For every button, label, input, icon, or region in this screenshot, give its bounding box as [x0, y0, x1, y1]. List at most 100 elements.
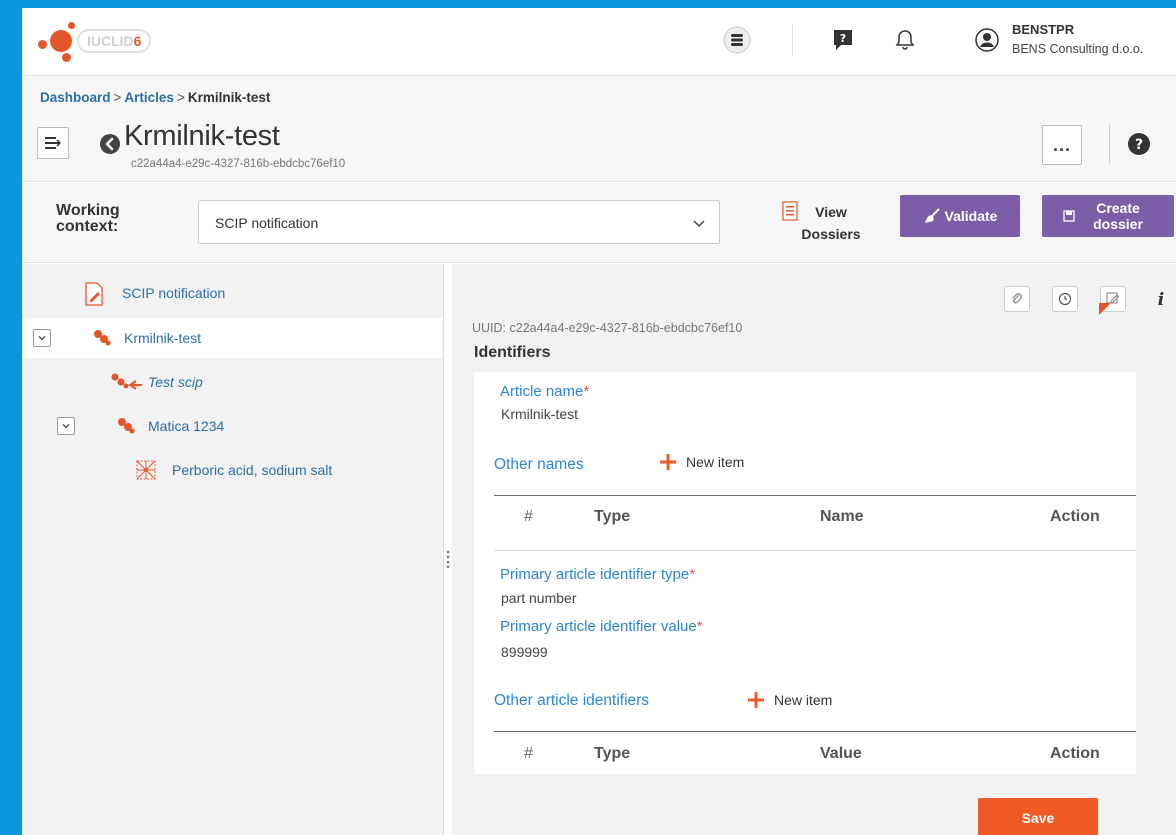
breadcrumb-current: Krmilnik-test	[187, 90, 271, 105]
tree-item-scip-notification[interactable]: SCIP notification	[22, 274, 444, 314]
top-bar: IUCLID6 ? BENSTPR BENS Consulting d.o.o.	[22, 8, 1176, 76]
chevron-down-icon	[693, 220, 705, 228]
breadcrumb-articles[interactable]: Articles	[124, 90, 174, 105]
working-context-bar: Working context: SCIP notification View …	[22, 183, 1176, 263]
table-divider	[494, 550, 1136, 551]
chevron-down-icon	[62, 424, 70, 429]
plus-icon	[748, 692, 764, 708]
iuclid-logo[interactable]: IUCLID6	[30, 18, 152, 68]
column-header-type: Type	[594, 508, 631, 525]
header-divider	[1109, 124, 1110, 164]
column-header-index: #	[524, 745, 533, 762]
column-header-index: #	[524, 508, 533, 525]
validate-button[interactable]: Validate	[900, 195, 1020, 237]
feedback-icon[interactable]: ?	[828, 25, 858, 55]
drag-handle-icon	[446, 550, 450, 569]
new-item-label: New item	[686, 454, 745, 470]
back-arrow-icon[interactable]	[100, 134, 120, 154]
tree-item-label: Test scip	[148, 374, 203, 390]
table-divider	[494, 731, 1136, 732]
table-divider	[494, 495, 1136, 496]
tree-item-label: Matica 1234	[148, 418, 225, 434]
logo-dot	[38, 40, 47, 49]
column-header-type: Type	[594, 745, 631, 762]
attachment-icon[interactable]	[1004, 286, 1030, 312]
bell-icon[interactable]	[890, 25, 920, 55]
column-header-action: Action	[1050, 508, 1100, 525]
article-icon	[118, 418, 135, 434]
article-name-value[interactable]: Krmilnik-test	[501, 406, 578, 422]
help-icon[interactable]: ?	[1128, 133, 1150, 155]
tree-item-krmilnik-test[interactable]: Krmilnik-test	[22, 318, 442, 358]
breadcrumb-dashboard[interactable]: Dashboard	[40, 90, 111, 105]
tree-item-matica-1234[interactable]: Matica 1234	[22, 406, 444, 446]
svg-text:?: ?	[1135, 137, 1143, 153]
user-name: BENSTPR	[1012, 22, 1075, 37]
toolbar-divider	[792, 24, 793, 56]
annotation-icon[interactable]	[1099, 286, 1126, 315]
primary-identifier-value-value[interactable]: 899999	[501, 644, 548, 660]
corner-flag-icon	[1099, 303, 1111, 315]
other-identifiers-new-item-button[interactable]: New item	[746, 690, 832, 710]
substance-icon	[136, 460, 156, 480]
other-names-new-item-button[interactable]: New item	[658, 452, 744, 472]
column-header-name: Name	[820, 508, 864, 525]
plus-icon	[660, 454, 676, 470]
view-dossiers-button[interactable]: View Dossiers	[782, 199, 862, 249]
logo-text: IUCLID6	[77, 29, 152, 53]
svg-text:i: i	[1158, 290, 1164, 308]
record-uuid: UUID: c22a44a4-e29c-4327-816b-ebdcbc76ef…	[472, 321, 743, 335]
working-context-label: Working context:	[56, 202, 120, 235]
working-context-select[interactable]: SCIP notification	[198, 200, 720, 244]
chevron-down-icon	[38, 336, 46, 341]
working-context-value: SCIP notification	[215, 215, 319, 231]
menu-arrow-icon	[45, 137, 61, 149]
broom-icon	[924, 208, 940, 223]
primary-identifier-type-label: Primary article identifier type*	[500, 566, 696, 583]
user-avatar-icon[interactable]	[972, 25, 1002, 55]
breadcrumb-separator: >	[176, 90, 185, 105]
save-disk-icon	[1063, 210, 1075, 222]
history-clock-icon[interactable]	[1052, 286, 1078, 312]
app-window: IUCLID6 ? BENSTPR BENS Consulting d.o.o.…	[22, 8, 1176, 835]
logo-dot	[68, 22, 75, 29]
tree-collapse-toggle[interactable]	[33, 329, 51, 347]
view-dossiers-label: View Dossiers	[801, 204, 861, 242]
page-title: Krmilnik-test	[124, 120, 280, 152]
detail-panel: i UUID: c22a44a4-e29c-4327-816b-ebdcbc76…	[452, 264, 1176, 835]
article-icon	[94, 330, 111, 346]
create-dossier-button[interactable]: Create dossier	[1042, 195, 1174, 237]
identifiers-card: Article name* Krmilnik-test Other names …	[474, 372, 1136, 774]
other-identifiers-title: Other article identifiers	[494, 692, 650, 709]
tree-item-label: SCIP notification	[122, 285, 226, 301]
tree-item-label: Perboric acid, sodium salt	[172, 462, 333, 478]
create-dossier-label: Create dossier	[1093, 200, 1143, 232]
tree-item-test-scip[interactable]: Test scip	[22, 362, 444, 402]
tree-item-perboric-acid[interactable]: Perboric acid, sodium salt	[22, 450, 444, 490]
tree-item-label: Krmilnik-test	[124, 330, 202, 346]
navigation-menu-button[interactable]	[37, 127, 69, 159]
more-options-button[interactable]: ...	[1042, 125, 1082, 165]
logo-dot	[62, 53, 71, 62]
panel-splitter[interactable]	[444, 264, 452, 835]
breadcrumb: Dashboard > Articles > Krmilnik-test	[40, 90, 270, 105]
new-item-label: New item	[774, 692, 833, 708]
column-header-value: Value	[820, 745, 862, 762]
primary-identifier-value-label: Primary article identifier value*	[500, 618, 703, 635]
section-title: Identifiers	[474, 344, 551, 361]
document-edit-icon	[85, 282, 103, 306]
tree-collapse-toggle[interactable]	[57, 417, 75, 435]
article-link-icon	[111, 373, 142, 390]
info-icon[interactable]: i	[1148, 286, 1174, 312]
column-header-action: Action	[1050, 745, 1100, 762]
validate-label: Validate	[944, 208, 998, 224]
other-names-title: Other names	[494, 456, 584, 473]
page-header: Dashboard > Articles > Krmilnik-test Krmilni…	[22, 76, 1176, 182]
svg-text:?: ?	[840, 32, 846, 45]
task-list-icon[interactable]	[722, 25, 752, 55]
page-uuid: c22a44a4-e29c-4327-816b-ebdcbc76ef10	[131, 158, 346, 170]
article-name-label: Article name*	[500, 383, 590, 400]
save-button[interactable]: Save	[978, 798, 1098, 835]
primary-identifier-type-value[interactable]: part number	[501, 590, 576, 606]
user-org: BENS Consulting d.o.o.	[1012, 42, 1144, 56]
